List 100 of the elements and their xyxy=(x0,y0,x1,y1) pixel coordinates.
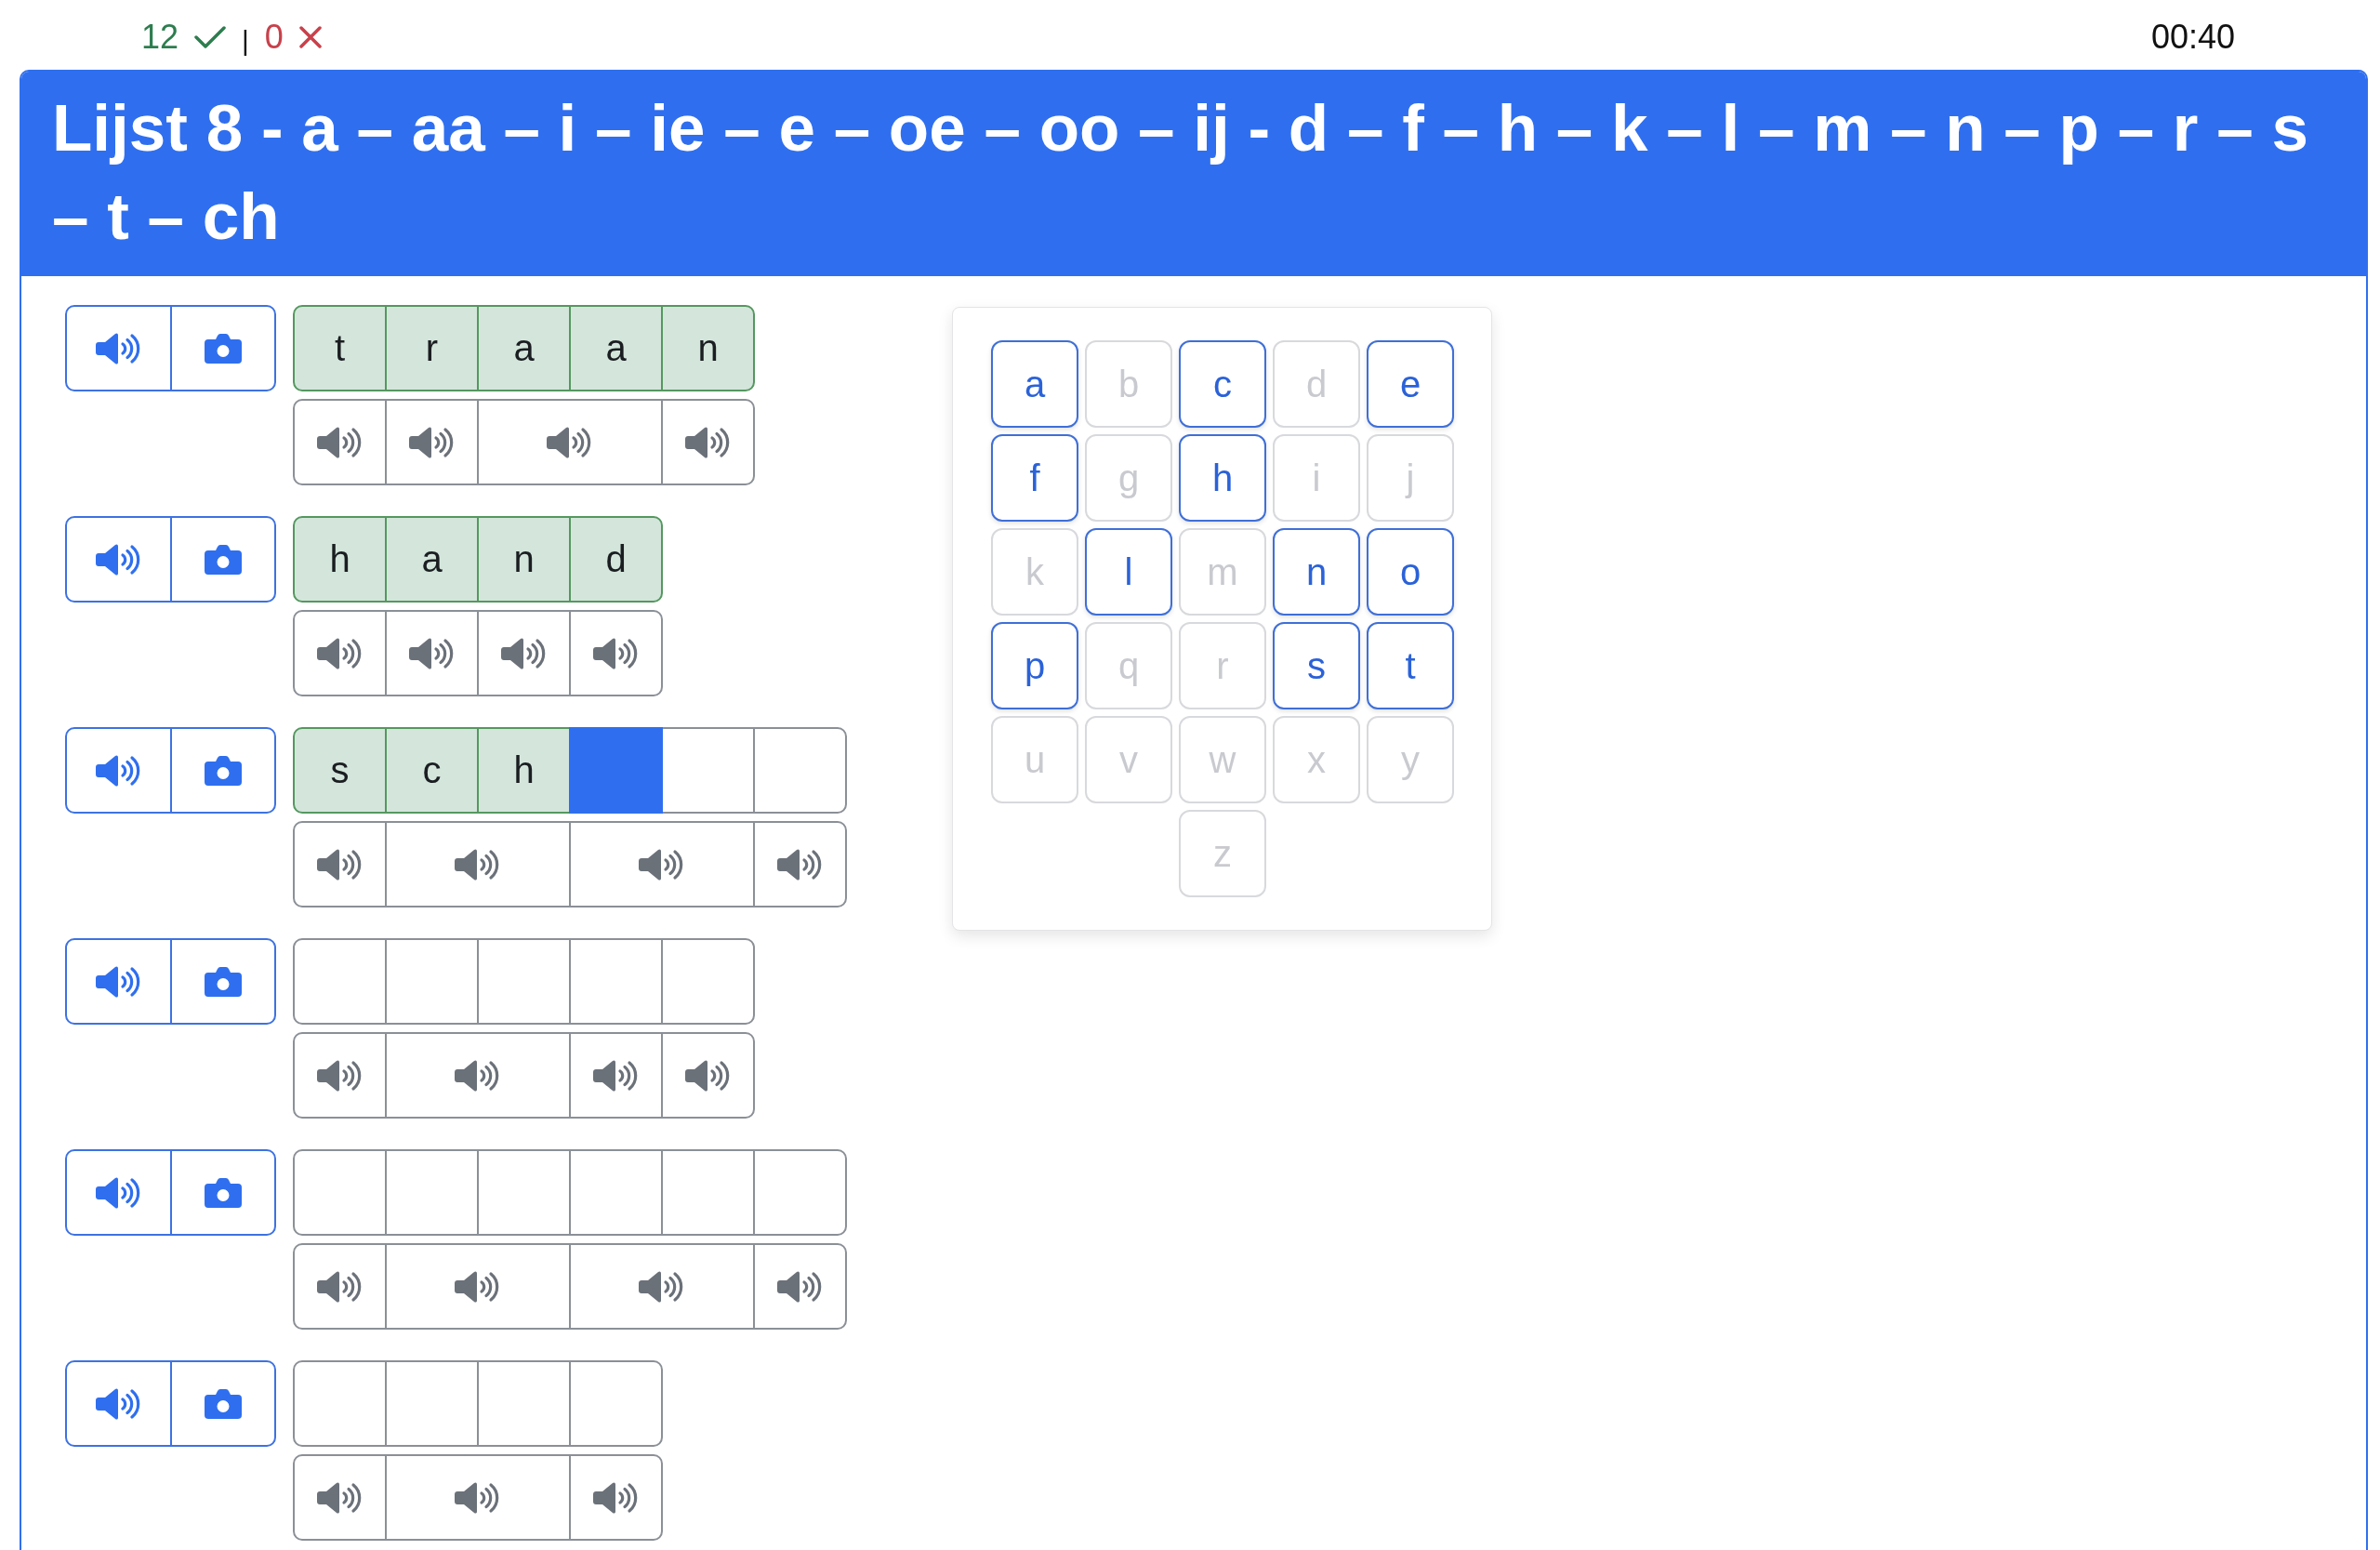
play-word-button[interactable] xyxy=(65,1360,172,1447)
sound-button[interactable] xyxy=(385,1454,571,1541)
letter-field[interactable] xyxy=(477,1360,571,1447)
letter-field[interactable] xyxy=(477,1149,571,1236)
letter-field[interactable] xyxy=(661,727,755,814)
letter-field[interactable]: h xyxy=(477,727,571,814)
letter-field[interactable] xyxy=(753,1149,847,1236)
letter-key[interactable]: h xyxy=(1179,434,1266,522)
speaker-icon xyxy=(547,425,593,459)
show-picture-button[interactable] xyxy=(170,305,276,391)
speaker-icon xyxy=(95,1386,142,1421)
speaker-icon xyxy=(500,636,548,670)
letter-field[interactable] xyxy=(385,1360,479,1447)
letter-key[interactable]: e xyxy=(1367,340,1454,428)
letter-key[interactable]: c xyxy=(1179,340,1266,428)
letter-field[interactable]: a xyxy=(385,516,479,603)
letter-key[interactable]: p xyxy=(991,622,1078,709)
speaker-icon xyxy=(316,425,364,459)
speaker-icon xyxy=(316,1058,364,1093)
letter-field[interactable]: s xyxy=(293,727,387,814)
show-picture-button[interactable] xyxy=(170,1360,276,1447)
letter-field[interactable]: a xyxy=(569,305,663,391)
sound-button[interactable] xyxy=(385,1243,571,1330)
letter-field[interactable] xyxy=(569,938,663,1025)
letter-field[interactable] xyxy=(753,727,847,814)
speaker-icon xyxy=(684,425,732,459)
camera-icon xyxy=(205,333,242,364)
letter-field[interactable] xyxy=(569,1360,663,1447)
show-picture-button[interactable] xyxy=(170,938,276,1025)
speaker-icon xyxy=(316,1269,364,1304)
sound-button[interactable] xyxy=(293,821,387,907)
sound-button[interactable] xyxy=(293,1243,387,1330)
letter-field[interactable] xyxy=(385,938,479,1025)
letter-field[interactable] xyxy=(293,938,387,1025)
sound-button[interactable] xyxy=(661,399,755,485)
letter-field[interactable]: a xyxy=(477,305,571,391)
letter-field[interactable]: r xyxy=(385,305,479,391)
letter-key[interactable]: t xyxy=(1367,622,1454,709)
play-word-button[interactable] xyxy=(65,305,172,391)
cross-icon xyxy=(298,25,322,48)
letter-field[interactable] xyxy=(569,1149,663,1236)
sound-button[interactable] xyxy=(569,821,755,907)
sound-button[interactable] xyxy=(661,1032,755,1119)
sound-button[interactable] xyxy=(569,610,663,696)
show-picture-button[interactable] xyxy=(170,727,276,814)
sound-button[interactable] xyxy=(385,399,479,485)
speaker-icon xyxy=(95,1175,142,1210)
speaker-icon xyxy=(408,636,456,670)
letter-field[interactable]: n xyxy=(477,516,571,603)
letter-field[interactable]: h xyxy=(293,516,387,603)
letter-field[interactable]: t xyxy=(293,305,387,391)
letter-key[interactable]: l xyxy=(1085,528,1172,616)
camera-icon xyxy=(205,1388,242,1419)
play-word-button[interactable] xyxy=(65,1149,172,1236)
sound-button[interactable] xyxy=(753,821,847,907)
sound-button[interactable] xyxy=(569,1032,663,1119)
letter-key[interactable]: f xyxy=(991,434,1078,522)
sound-button[interactable] xyxy=(569,1243,755,1330)
sound-button[interactable] xyxy=(293,399,387,485)
letter-field[interactable] xyxy=(661,1149,755,1236)
show-picture-button[interactable] xyxy=(170,1149,276,1236)
letter-field[interactable] xyxy=(569,727,663,814)
speaker-icon xyxy=(316,1480,364,1515)
speaker-icon xyxy=(316,636,364,670)
speaker-icon xyxy=(455,1480,501,1515)
play-word-button[interactable] xyxy=(65,516,172,603)
letter-field[interactable]: d xyxy=(569,516,663,603)
play-word-button[interactable] xyxy=(65,727,172,814)
list-title: Lijst 8 - a – aa – i – ie – e – oe – oo – ij - d – f – h – k – l – m – n – p – r – s – t – ch xyxy=(52,90,2309,255)
count-separator: | xyxy=(242,24,249,57)
sound-button[interactable] xyxy=(385,821,571,907)
letter-field[interactable]: c xyxy=(385,727,479,814)
letter-field[interactable] xyxy=(385,1149,479,1236)
speaker-icon xyxy=(684,1058,732,1093)
wrong-count: 0 xyxy=(264,17,284,57)
show-picture-button[interactable] xyxy=(170,516,276,603)
letter-key[interactable]: o xyxy=(1367,528,1454,616)
letter-field[interactable] xyxy=(477,938,571,1025)
sound-button[interactable] xyxy=(293,1454,387,1541)
letter-key[interactable]: s xyxy=(1273,622,1360,709)
letter-field[interactable] xyxy=(293,1360,387,1447)
sound-button[interactable] xyxy=(293,1032,387,1119)
speaker-icon xyxy=(455,1058,501,1093)
letter-key[interactable]: n xyxy=(1273,528,1360,616)
sound-button[interactable] xyxy=(385,610,479,696)
sound-button[interactable] xyxy=(569,1454,663,1541)
letter-key[interactable]: a xyxy=(991,340,1078,428)
sound-button[interactable] xyxy=(477,399,663,485)
speaker-icon xyxy=(95,964,142,999)
speaker-icon xyxy=(639,1269,685,1304)
letter-field[interactable]: n xyxy=(661,305,755,391)
timer: 00:40 xyxy=(2150,17,2235,57)
letter-field[interactable] xyxy=(661,938,755,1025)
camera-icon xyxy=(205,966,242,997)
play-word-button[interactable] xyxy=(65,938,172,1025)
sound-button[interactable] xyxy=(385,1032,571,1119)
sound-button[interactable] xyxy=(477,610,571,696)
sound-button[interactable] xyxy=(293,610,387,696)
sound-button[interactable] xyxy=(753,1243,847,1330)
letter-field[interactable] xyxy=(293,1149,387,1236)
